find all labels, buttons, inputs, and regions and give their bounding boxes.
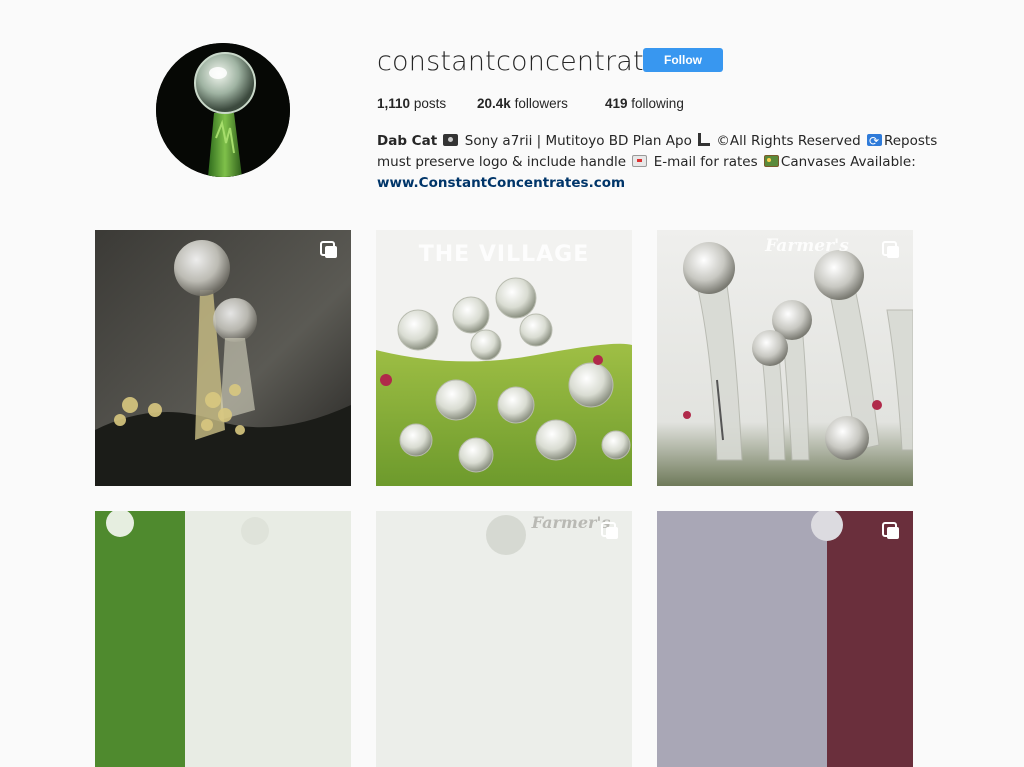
stacked-squares-icon <box>882 522 899 539</box>
following-label: following <box>631 96 684 111</box>
following-count: 419 <box>605 96 628 111</box>
post-image-4 <box>95 511 351 767</box>
framed-picture-icon <box>763 155 779 167</box>
envelope-icon <box>632 155 648 167</box>
bio-canvas: Canvases Available: <box>780 154 916 170</box>
followers-label: followers <box>514 96 568 111</box>
repost-icon <box>866 131 882 152</box>
profile-avatar[interactable] <box>156 43 290 177</box>
bio-website-link[interactable]: www.ConstantConcentrates.com <box>377 175 625 191</box>
post-image-5 <box>376 511 632 767</box>
bio-line-2: must preserve logo & include handle E-ma… <box>377 152 917 173</box>
camera-icon <box>443 134 459 146</box>
bio-name: Dab Cat <box>377 133 438 149</box>
post-image-6 <box>657 511 913 767</box>
posts-label: posts <box>413 96 447 111</box>
follow-button[interactable]: Follow <box>643 48 723 72</box>
profile-username: constantconcentrates <box>377 46 675 77</box>
stacked-squares-icon <box>601 522 618 539</box>
stacked-squares-icon <box>882 241 899 258</box>
post-thumbnail-5[interactable]: Farmer's <box>376 511 632 767</box>
avatar-image <box>156 43 290 177</box>
post-thumbnail-2[interactable]: THE VILLAGE <box>376 230 632 486</box>
bio-email: E-mail for rates <box>653 154 758 170</box>
microscope-icon <box>698 133 711 146</box>
post-thumbnail-4[interactable] <box>95 511 351 767</box>
stat-following[interactable]: 419 following <box>605 96 684 111</box>
profile-bio: Dab Cat Sony a7rii | Mutitoyo BD Plan Ap… <box>377 131 937 194</box>
post-image-1 <box>95 230 351 486</box>
stacked-squares-icon <box>320 241 337 258</box>
followers-count: 20.4k <box>477 96 511 111</box>
post-image-2 <box>376 230 632 486</box>
bio-gear: Sony a7rii | Mutitoyo BD Plan Apo <box>464 133 692 149</box>
bio-handle-note: must preserve logo & include handle <box>377 154 627 170</box>
bio-line-3: www.ConstantConcentrates.com <box>377 173 917 194</box>
posts-count: 1,110 <box>377 96 411 111</box>
post-watermark-3: Farmer's <box>765 236 849 256</box>
post-thumbnail-1[interactable] <box>95 230 351 486</box>
post-thumbnail-6[interactable] <box>657 511 913 767</box>
post-thumbnail-3[interactable]: Farmer's <box>657 230 913 486</box>
stat-posts: 1,110 posts <box>377 96 446 111</box>
bio-reposts: Reposts <box>883 133 938 149</box>
bio-rights: ©All Rights Reserved <box>716 133 861 149</box>
stat-followers[interactable]: 20.4k followers <box>477 96 568 111</box>
bio-line-1: Dab Cat Sony a7rii | Mutitoyo BD Plan Ap… <box>377 131 937 152</box>
post-image-3 <box>657 230 913 486</box>
post-watermark-2: THE VILLAGE <box>418 242 590 267</box>
